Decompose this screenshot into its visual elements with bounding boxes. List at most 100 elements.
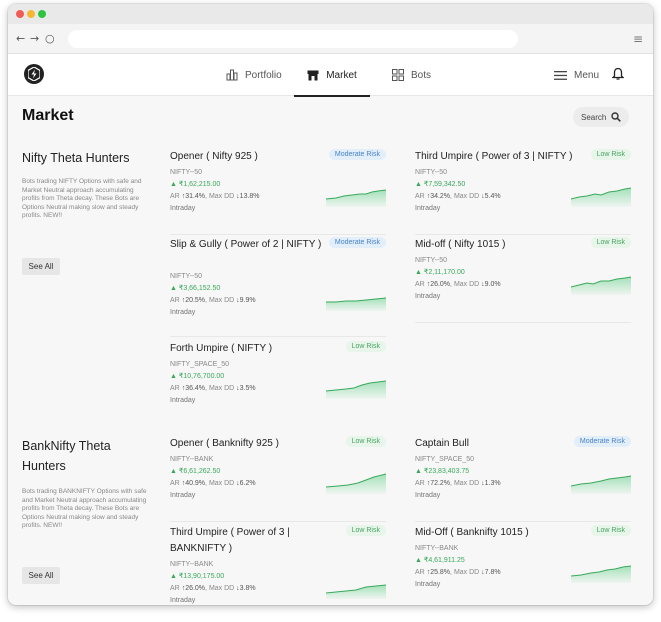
logo-mark-icon <box>28 67 40 81</box>
bot-card[interactable]: Slip & Gully ( Power of 2 | NIFTY ) Moder… <box>170 237 386 337</box>
maxdd-value: ↓3.8% <box>236 585 256 592</box>
bot-index: NIFTY--50 <box>415 257 448 264</box>
ar-value: ↑20.5% <box>181 297 206 304</box>
ar-value: ↑26.0% <box>426 281 451 288</box>
maxdd-value: ↓5.4% <box>481 193 501 200</box>
bot-name[interactable]: Opener ( Banknifty 925 ) <box>170 436 330 452</box>
nav-tab-market[interactable]: Market <box>294 54 370 97</box>
bot-index: NIFTY_SPACE_50 <box>170 361 230 368</box>
bot-price: ▲ ₹6,61,262.50 <box>170 468 221 475</box>
bot-card[interactable]: Opener ( Nifty 925 ) Moderate Risk NIFTY--… <box>170 149 386 235</box>
bot-card[interactable]: Captain Bull Moderate Risk NIFTY_SPACE_50 ▲… <box>415 436 631 522</box>
category-description: Bots trading NIFTY Options with safe and… <box>22 178 142 219</box>
maxdd-label: Max DD <box>208 480 235 487</box>
browser-menu-icon[interactable]: ≡ <box>633 32 643 46</box>
bot-name[interactable]: Forth Umpire ( NIFTY ) <box>170 341 330 357</box>
see-all-button[interactable]: See All <box>22 567 60 584</box>
bot-card[interactable]: Mid-off ( Nifty 1015 ) Low Risk NIFTY--50 ▲… <box>415 237 631 323</box>
bot-card[interactable]: Forth Umpire ( NIFTY ) Low Risk NIFTY_SPAC… <box>170 341 386 427</box>
bot-price: ▲ ₹13,90,175.00 <box>170 573 225 580</box>
bot-type: Intraday <box>415 492 441 499</box>
maxdd-value: ↓9.9% <box>236 297 256 304</box>
ar-value: ↑25.8% <box>426 569 451 576</box>
forward-arrow-icon[interactable]: → <box>30 32 39 45</box>
minimize-window-button[interactable] <box>27 10 35 18</box>
nav-tab-bots[interactable]: Bots <box>392 54 431 96</box>
bot-card[interactable]: Opener ( Banknifty 925 ) Low Risk NIFTY--B… <box>170 436 386 522</box>
bot-index: NIFTY--50 <box>415 169 448 176</box>
bot-price: ▲ ₹3,66,152.50 <box>170 285 221 292</box>
app-header: Portfolio Market Bots Menu <box>8 54 653 97</box>
back-arrow-icon[interactable]: ← <box>16 32 25 45</box>
title-bar <box>8 4 653 24</box>
bot-name[interactable]: Slip & Gully ( Power of 2 | NIFTY ) <box>170 237 328 253</box>
bot-name[interactable]: Third Umpire ( Power of 3 | NIFTY ) <box>415 149 575 165</box>
menu-button[interactable]: Menu <box>554 54 599 96</box>
bot-returns: AR ↑31.4%, Max DD ↓13.8% <box>170 193 260 200</box>
bot-index: NIFTY--BANK <box>415 545 459 552</box>
bot-card[interactable]: Third Umpire ( Power of 3 | NIFTY ) Low R… <box>415 149 631 235</box>
ar-value: ↑31.4% <box>181 193 206 200</box>
performance-sparkline <box>571 276 631 295</box>
bot-name[interactable]: Third Umpire ( Power of 3 | BANKNIFTY ) <box>170 525 328 557</box>
bot-name[interactable]: Mid-off ( Nifty 1015 ) <box>415 237 575 253</box>
bot-name[interactable]: Mid-Off ( Banknifty 1015 ) <box>415 525 575 541</box>
bot-type: Intraday <box>170 397 196 404</box>
ar-label: AR <box>415 480 425 487</box>
bot-type: Intraday <box>170 205 196 212</box>
sparkline-area <box>571 277 631 295</box>
bot-name[interactable]: Opener ( Nifty 925 ) <box>170 149 330 165</box>
bot-returns: AR ↑26.0%, Max DD ↓9.0% <box>415 281 501 288</box>
bot-returns: AR ↑36.4%, Max DD ↓3.5% <box>170 385 256 392</box>
search-button-label: Search <box>581 112 607 122</box>
maxdd-value: ↓13.8% <box>236 193 260 200</box>
maxdd-value: ↓9.0% <box>481 281 501 288</box>
maxdd-label: Max DD <box>453 281 480 288</box>
ar-label: AR <box>170 385 180 392</box>
maxdd-value: ↓7.8% <box>481 569 501 576</box>
close-window-button[interactable] <box>16 10 24 18</box>
sparkline-area <box>571 188 631 207</box>
bot-price: ▲ ₹1,62,215.00 <box>170 181 221 188</box>
ar-value: ↑72.2% <box>426 480 451 487</box>
performance-sparkline <box>571 475 631 494</box>
risk-badge: Low Risk <box>345 436 386 447</box>
reload-icon[interactable]: ○ <box>45 32 55 45</box>
maxdd-value: ↓3.5% <box>236 385 256 392</box>
bot-returns: AR ↑26.0%, Max DD ↓3.8% <box>170 585 256 592</box>
hamburger-icon <box>554 70 567 80</box>
bot-type: Intraday <box>415 205 441 212</box>
nav-tab-market-label: Market <box>326 69 357 81</box>
ar-label: AR <box>170 585 180 592</box>
search-button[interactable]: Search <box>573 107 630 127</box>
bot-type: Intraday <box>415 581 441 588</box>
bot-index: NIFTY--50 <box>170 273 203 280</box>
risk-badge: Low Risk <box>590 149 631 160</box>
risk-badge: Moderate Risk <box>573 436 631 447</box>
risk-badge: Low Risk <box>590 525 631 536</box>
maxdd-label: Max DD <box>453 569 480 576</box>
app-logo[interactable] <box>24 64 44 84</box>
bot-price: ▲ ₹4,61,911.25 <box>415 557 465 564</box>
see-all-button[interactable]: See All <box>22 258 60 275</box>
bot-card[interactable]: Third Umpire ( Power of 3 | BANKNIFTY ) L… <box>170 525 386 605</box>
bot-returns: AR ↑20.5%, Max DD ↓9.9% <box>170 297 256 304</box>
bot-price: ▲ ₹10,76,700.00 <box>170 373 225 380</box>
bot-type: Intraday <box>170 309 196 316</box>
bot-card[interactable]: Mid-Off ( Banknifty 1015 ) Low Risk NIFTY-… <box>415 525 631 605</box>
nav-tab-portfolio[interactable]: Portfolio <box>226 54 282 96</box>
url-input[interactable] <box>68 30 518 48</box>
sparkline-area <box>326 298 386 311</box>
performance-sparkline <box>326 473 386 494</box>
address-bar: ← → ○ ≡ <box>8 24 653 54</box>
performance-sparkline <box>326 189 386 207</box>
bot-type: Intraday <box>415 293 441 300</box>
risk-badge: Moderate Risk <box>328 237 386 248</box>
performance-sparkline <box>326 584 386 599</box>
performance-sparkline <box>571 565 631 583</box>
notification-bell-icon[interactable] <box>611 67 625 86</box>
category-title: BankNifty Theta Hunters <box>22 439 111 473</box>
maxdd-label: Max DD <box>208 585 235 592</box>
maximize-window-button[interactable] <box>38 10 46 18</box>
bot-name[interactable]: Captain Bull <box>415 436 575 452</box>
